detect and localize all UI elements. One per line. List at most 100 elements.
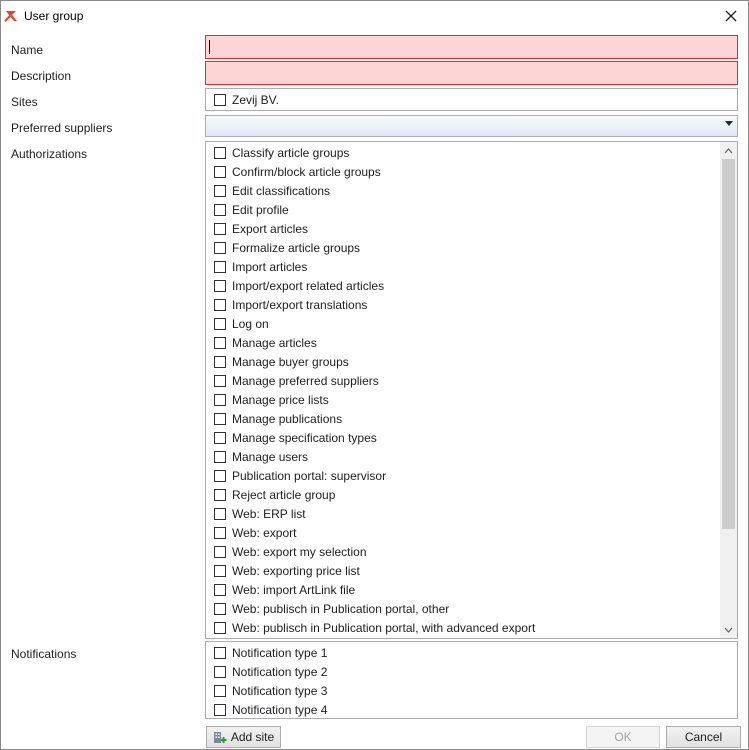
- authorization-item[interactable]: Manage specification types: [214, 428, 377, 447]
- authorization-item[interactable]: Web: publisch in Publication portal, oth…: [214, 599, 449, 618]
- authorization-checkbox[interactable]: [214, 469, 226, 482]
- authorization-item[interactable]: Import articles: [214, 257, 307, 276]
- sites-list: Zevij BV.: [205, 88, 738, 111]
- authorization-item[interactable]: Formalize article groups: [214, 238, 360, 257]
- authorization-checkbox[interactable]: [214, 298, 226, 311]
- notifications-list[interactable]: Notification type 1 Notification type 2 No…: [205, 641, 738, 719]
- authorization-item[interactable]: Manage buyer groups: [214, 352, 349, 371]
- scroll-down-button[interactable]: [720, 621, 737, 638]
- authorization-label: Formalize article groups: [232, 240, 361, 255]
- cancel-label: Cancel: [684, 730, 723, 744]
- authorization-checkbox[interactable]: [214, 374, 226, 387]
- authorization-checkbox[interactable]: [214, 336, 226, 349]
- authorization-checkbox[interactable]: [214, 545, 226, 558]
- close-button[interactable]: [719, 5, 743, 27]
- authorization-checkbox[interactable]: [214, 165, 226, 178]
- authorization-item[interactable]: Web: publisch in Publication portal, wit…: [214, 618, 535, 637]
- site-item[interactable]: Zevij BV.: [214, 90, 279, 109]
- authorization-checkbox[interactable]: [214, 203, 226, 216]
- authorizations-label: Authorizations: [11, 147, 88, 161]
- authorization-item[interactable]: Log on: [214, 314, 269, 333]
- notification-label: Notification type 1: [232, 645, 328, 660]
- authorization-checkbox[interactable]: [214, 507, 226, 520]
- authorization-item[interactable]: Manage users: [214, 447, 308, 466]
- chevron-down-icon: [724, 627, 733, 633]
- authorization-label: Edit classifications: [232, 183, 331, 198]
- authorization-checkbox[interactable]: [214, 450, 226, 463]
- authorization-checkbox[interactable]: [214, 279, 226, 292]
- authorization-item[interactable]: Manage preferred suppliers: [214, 371, 379, 390]
- authorization-item[interactable]: Manage publications: [214, 409, 342, 428]
- authorization-label: Import/export translations: [232, 297, 368, 312]
- authorization-item[interactable]: Classify article groups: [214, 143, 349, 162]
- notification-item[interactable]: Notification type 4: [214, 700, 328, 718]
- authorization-checkbox[interactable]: [214, 222, 226, 235]
- authorization-checkbox[interactable]: [214, 602, 226, 615]
- authorization-label: Export articles: [232, 221, 309, 236]
- authorization-label: Web: publisch in Publication portal, wit…: [232, 620, 536, 635]
- authorization-item[interactable]: Reject article group: [214, 485, 335, 504]
- authorization-item[interactable]: Web: ERP list: [214, 504, 306, 523]
- authorization-item[interactable]: Publication portal: supervisor: [214, 466, 386, 485]
- authorization-checkbox[interactable]: [214, 526, 226, 539]
- authorization-item[interactable]: Import/export related articles: [214, 276, 384, 295]
- notification-item[interactable]: Notification type 3: [214, 681, 327, 700]
- user-group-dialog: User group Name Description Sites Zevij …: [0, 0, 749, 750]
- authorization-label: Web: ERP list: [232, 506, 306, 521]
- notification-item[interactable]: Notification type 1: [214, 643, 327, 662]
- authorization-checkbox[interactable]: [214, 393, 226, 406]
- authorization-checkbox[interactable]: [214, 412, 226, 425]
- notification-item[interactable]: Notification type 2: [214, 662, 327, 681]
- authorization-label: Manage price lists: [232, 392, 329, 407]
- authorization-item[interactable]: Edit classifications: [214, 181, 330, 200]
- scroll-up-button[interactable]: [720, 142, 737, 159]
- notification-checkbox[interactable]: [214, 703, 226, 716]
- notification-label: Notification type 4: [232, 702, 328, 717]
- scrollbar-thumb[interactable]: [722, 159, 735, 529]
- authorizations-scrollbar[interactable]: [720, 142, 737, 638]
- notification-label: Notification type 2: [232, 664, 328, 679]
- authorization-checkbox[interactable]: [214, 241, 226, 254]
- authorization-item[interactable]: Manage articles: [214, 333, 317, 352]
- authorization-item[interactable]: Export articles: [214, 219, 308, 238]
- name-input[interactable]: [205, 35, 738, 59]
- authorization-item[interactable]: Web: import ArtLink file: [214, 580, 355, 599]
- title-bar: User group: [1, 1, 748, 31]
- notification-checkbox[interactable]: [214, 646, 226, 659]
- authorization-item[interactable]: Manage price lists: [214, 390, 329, 409]
- authorization-item[interactable]: Web: export: [214, 523, 296, 542]
- authorization-checkbox[interactable]: [214, 583, 226, 596]
- authorization-checkbox[interactable]: [214, 431, 226, 444]
- text-caret: [209, 40, 210, 54]
- notification-checkbox[interactable]: [214, 665, 226, 678]
- authorization-label: Web: exporting price list: [232, 563, 360, 578]
- authorization-label: Web: export: [232, 525, 297, 540]
- authorization-item[interactable]: Web: export my selection: [214, 542, 367, 561]
- notification-checkbox[interactable]: [214, 684, 226, 697]
- authorization-checkbox[interactable]: [214, 488, 226, 501]
- cancel-button[interactable]: Cancel: [666, 726, 741, 748]
- authorization-label: Manage buyer groups: [232, 354, 349, 369]
- site-checkbox[interactable]: [214, 93, 226, 106]
- authorization-label: Manage articles: [232, 335, 317, 350]
- description-input[interactable]: [205, 61, 738, 85]
- add-site-icon: [213, 732, 227, 743]
- authorization-label: Confirm/block article groups: [232, 164, 381, 179]
- authorization-checkbox[interactable]: [214, 184, 226, 197]
- add-site-button[interactable]: Add site: [206, 726, 281, 748]
- authorizations-list[interactable]: Classify article groups Confirm/block art…: [205, 141, 738, 639]
- authorization-checkbox[interactable]: [214, 564, 226, 577]
- authorization-checkbox[interactable]: [214, 146, 226, 159]
- authorization-checkbox[interactable]: [214, 260, 226, 273]
- authorization-item[interactable]: Web: exporting price list: [214, 561, 360, 580]
- authorization-checkbox[interactable]: [214, 621, 226, 634]
- authorization-item[interactable]: Edit profile: [214, 200, 289, 219]
- name-label: Name: [11, 43, 44, 57]
- app-logo-icon: [4, 11, 17, 22]
- preferred-suppliers-dropdown[interactable]: [205, 115, 738, 137]
- authorization-checkbox[interactable]: [214, 317, 226, 330]
- ok-button[interactable]: OK: [586, 726, 660, 748]
- authorization-checkbox[interactable]: [214, 355, 226, 368]
- authorization-item[interactable]: Confirm/block article groups: [214, 162, 381, 181]
- authorization-item[interactable]: Import/export translations: [214, 295, 367, 314]
